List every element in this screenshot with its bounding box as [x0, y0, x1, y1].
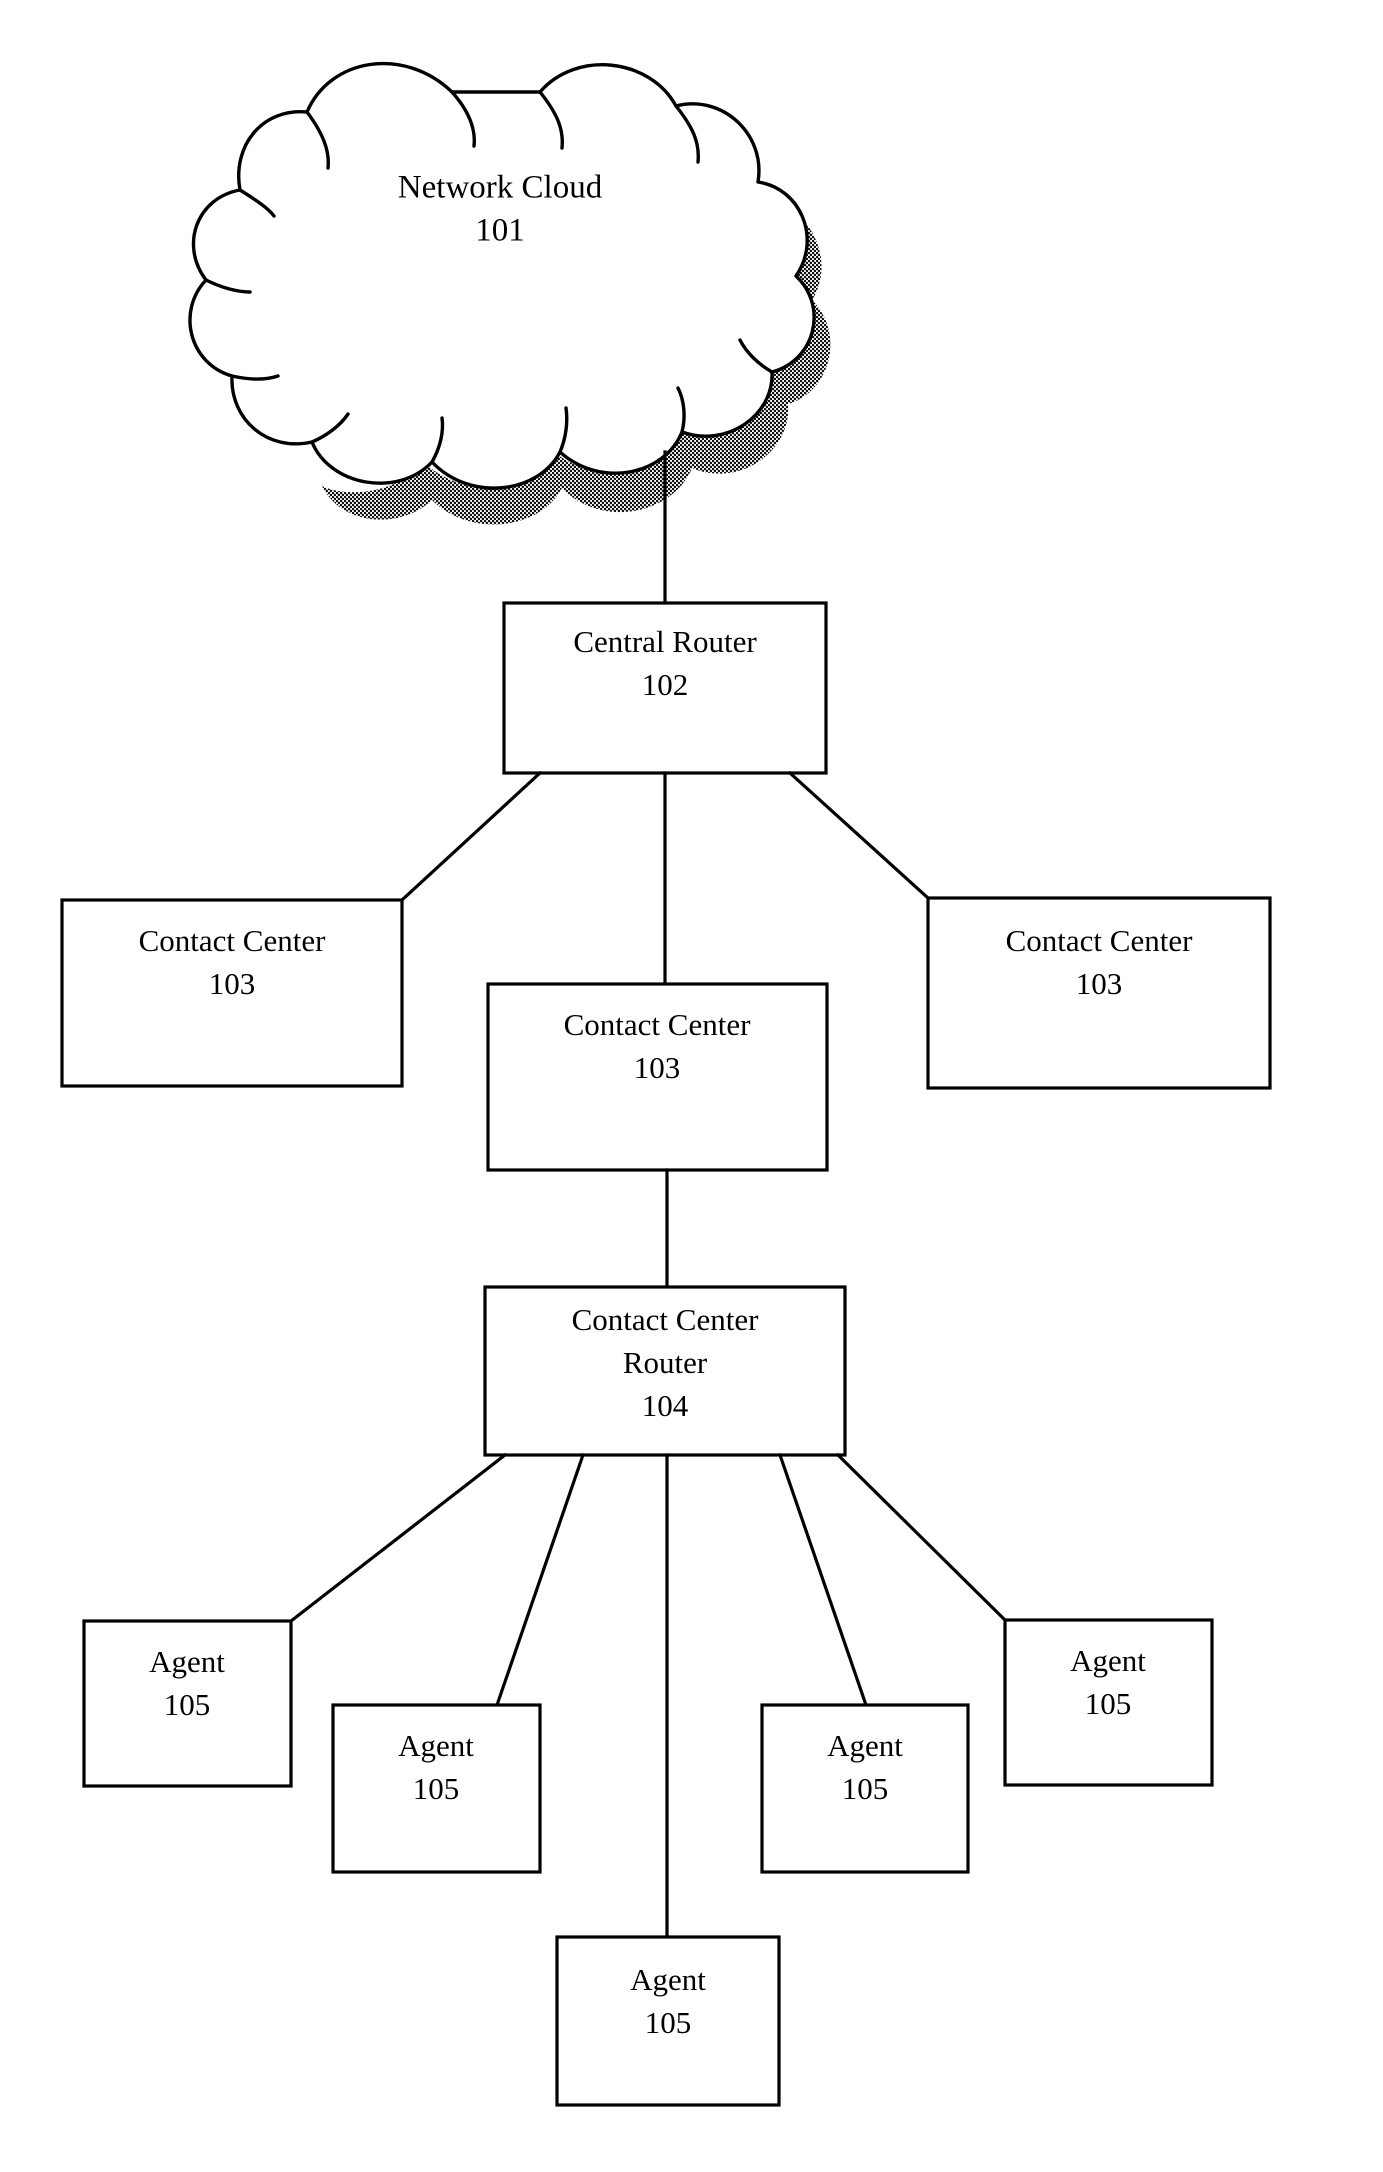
- link-router-to-agent-4: [777, 1452, 869, 1708]
- cloud-label-line1: Network Cloud: [398, 170, 603, 206]
- network-diagram-canvas: Network Cloud 101 Central Router 102 Con…: [60, 61, 1272, 2107]
- node-contact-center-right[interactable]: Contact Center 103: [926, 896, 1272, 1090]
- node-agent-5[interactable]: Agent 105: [1003, 1618, 1214, 1787]
- contact-center-middle-label-line1: Contact Center: [564, 1007, 751, 1042]
- link-central-router-to-contact-center-left: [399, 770, 543, 903]
- agent-5-label-line1: Agent: [1070, 1643, 1146, 1678]
- node-agent-1[interactable]: Agent 105: [82, 1619, 293, 1788]
- agent-2-label-line1: Agent: [398, 1728, 474, 1763]
- node-agent-3[interactable]: Agent 105: [555, 1935, 781, 2107]
- cloud-label-line2: 101: [475, 213, 525, 249]
- agent-4-label-line2: 105: [842, 1771, 889, 1806]
- node-agent-2[interactable]: Agent 105: [331, 1703, 542, 1874]
- contact-center-left-label-line2: 103: [209, 966, 256, 1001]
- contact-center-router-label-line2: Router: [623, 1345, 708, 1380]
- contact-center-router-label-line1: Contact Center: [572, 1302, 759, 1337]
- agent-2-label-line2: 105: [413, 1771, 460, 1806]
- contact-center-router-label-line3: 104: [642, 1388, 689, 1423]
- agent-3-label-line2: 105: [645, 2005, 692, 2040]
- agent-5-label-line2: 105: [1085, 1686, 1132, 1721]
- node-agent-4[interactable]: Agent 105: [760, 1703, 970, 1874]
- central-router-label-line1: Central Router: [573, 624, 757, 659]
- central-router-label-line2: 102: [642, 667, 689, 702]
- agent-4-label-line1: Agent: [827, 1728, 903, 1763]
- cloud-outline: [188, 61, 816, 490]
- node-contact-center-middle[interactable]: Contact Center 103: [486, 982, 829, 1172]
- node-network-cloud[interactable]: Network Cloud 101: [188, 61, 831, 525]
- node-central-router[interactable]: Central Router 102: [502, 601, 828, 775]
- patent-figure: Network Cloud 101 Central Router 102 Con…: [0, 0, 1383, 2172]
- link-router-to-agent-5: [835, 1452, 1008, 1623]
- contact-center-left-label-line1: Contact Center: [139, 923, 326, 958]
- agent-3-label-line1: Agent: [630, 1962, 706, 1997]
- contact-center-middle-label-line2: 103: [634, 1050, 681, 1085]
- agent-1-label-line2: 105: [164, 1687, 211, 1722]
- contact-center-right-label-line1: Contact Center: [1006, 923, 1193, 958]
- link-router-to-agent-1: [288, 1452, 508, 1624]
- node-contact-center-left[interactable]: Contact Center 103: [60, 898, 404, 1088]
- link-router-to-agent-2: [494, 1452, 586, 1708]
- contact-center-right-label-line2: 103: [1076, 966, 1123, 1001]
- link-central-router-to-contact-center-right: [787, 770, 931, 901]
- node-contact-center-router[interactable]: Contact Center Router 104: [483, 1285, 847, 1457]
- agent-1-label-line1: Agent: [149, 1644, 225, 1679]
